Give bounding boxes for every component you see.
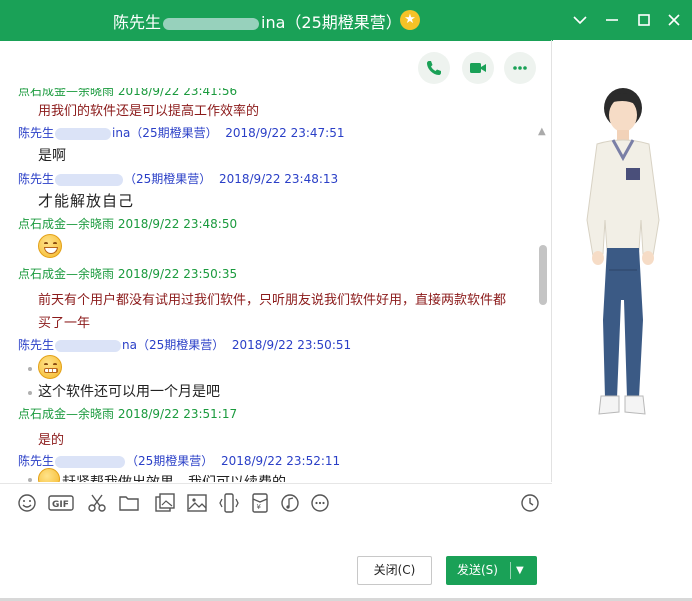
star-icon[interactable]: ★ xyxy=(400,10,420,30)
close-icon[interactable] xyxy=(662,8,686,32)
history-clock-icon[interactable] xyxy=(519,492,541,514)
message-header: 点石成金—余晓雨 2018/9/22 23:50:35 xyxy=(18,267,238,281)
picture-icon[interactable] xyxy=(186,492,208,514)
scrollbar-thumb[interactable] xyxy=(539,245,547,305)
message-header: 陈先生 na（25期橙果营） 2018/9/22 23:50:51 xyxy=(18,338,352,352)
grin-emoji-icon xyxy=(38,234,62,258)
image-gallery-icon[interactable] xyxy=(154,492,176,514)
message-header: 点石成金—余晓雨 2018/9/22 23:41:56 xyxy=(18,84,238,98)
svg-text:GIF: GIF xyxy=(52,500,69,510)
input-toolbar: GIF ¥ xyxy=(0,483,552,521)
message-text-continued: 买了一年 xyxy=(38,316,91,331)
gif-icon[interactable]: GIF xyxy=(48,492,74,514)
shake-icon[interactable] xyxy=(218,492,240,514)
message-header: 陈先生 ina（25期橙果营） 2018/9/22 23:47:51 xyxy=(18,126,345,140)
message-header: 点石成金—余晓雨 2018/9/22 23:51:17 xyxy=(18,407,238,421)
chat-history[interactable]: 点石成金—余晓雨 2018/9/22 23:41:56 用我们的软件还是可以提高… xyxy=(0,40,552,482)
blurred-name xyxy=(55,455,126,468)
blurred-name xyxy=(55,173,124,186)
more-icon[interactable] xyxy=(504,52,536,84)
scroll-up-icon[interactable]: ▲ xyxy=(538,126,546,137)
message-header: 陈先生 （25期橙果营） 2018/9/22 23:52:11 xyxy=(18,454,341,468)
emoji-icon[interactable] xyxy=(16,492,38,514)
message-text: 才能解放自己 xyxy=(38,192,135,210)
message-text: 赶紧帮我做出效果，我们可以续费的 xyxy=(62,472,286,482)
maximize-icon[interactable] xyxy=(632,8,656,32)
window-title: 陈先生 ina（25期橙果营） xyxy=(113,9,402,33)
title-bar: 陈先生 ina（25期橙果营） ★ xyxy=(0,0,692,41)
blurred-name xyxy=(55,339,122,352)
bullet-marker xyxy=(28,391,32,395)
window-title-prefix: 陈先生 xyxy=(113,13,162,32)
window-title-suffix: ina（25期橙果营） xyxy=(261,13,402,32)
send-button-divider xyxy=(510,562,511,579)
minimize-icon[interactable] xyxy=(600,8,624,32)
svg-text:¥: ¥ xyxy=(257,503,262,511)
bullet-marker xyxy=(28,367,32,371)
message-text: 用我们的软件还是可以提高工作效率的 xyxy=(38,104,260,119)
send-button-label: 发送(S) xyxy=(457,563,498,577)
bullet-marker xyxy=(28,478,32,482)
message-header: 点石成金—余晓雨 2018/9/22 23:48:50 xyxy=(18,217,238,231)
scissors-icon[interactable] xyxy=(86,492,108,514)
message-text: 这个软件还可以用一个月是吧 xyxy=(38,384,220,400)
message-text: 是啊 xyxy=(38,148,66,164)
blurred-name xyxy=(55,127,112,140)
folder-icon[interactable] xyxy=(118,492,140,514)
message-header: 陈先生 （25期橙果营） 2018/9/22 23:48:13 xyxy=(18,172,339,186)
close-button[interactable]: 关闭(C) xyxy=(357,556,432,585)
send-options-chevron-icon[interactable]: ▼ xyxy=(516,556,524,585)
chevron-down-icon[interactable] xyxy=(568,8,592,32)
red-packet-icon[interactable]: ¥ xyxy=(249,492,271,514)
avatar-figure xyxy=(586,88,660,415)
music-icon[interactable] xyxy=(279,492,301,514)
grimace-emoji-icon xyxy=(38,355,62,379)
grin-emoji-icon xyxy=(38,468,60,482)
send-button[interactable]: 发送(S) ▼ xyxy=(446,556,537,585)
video-icon[interactable] xyxy=(462,52,494,84)
message-text: 是的 xyxy=(38,433,65,448)
avatar-panel xyxy=(553,40,692,601)
phone-icon[interactable] xyxy=(418,52,450,84)
blurred-name xyxy=(163,17,260,30)
more-icon[interactable] xyxy=(309,492,331,514)
message-text: 前天有个用户都没有试用过我们软件，只听朋友说我们软件好用，直接两款软件都 xyxy=(38,293,507,308)
